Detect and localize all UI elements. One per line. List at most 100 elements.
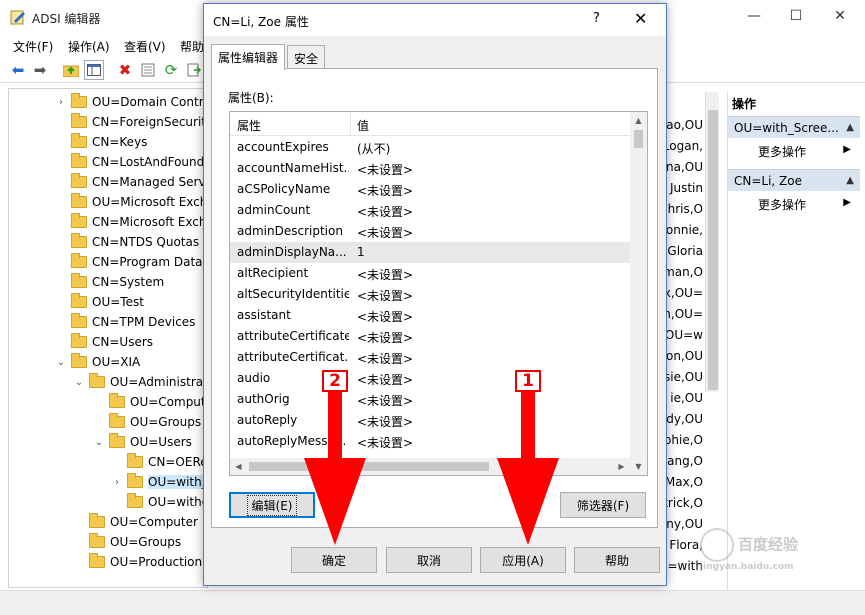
attribute-list[interactable]: 属性 值 accountExpires (从不) accountNameHist..… bbox=[229, 111, 648, 476]
column-separator[interactable] bbox=[350, 112, 351, 136]
attribute-row[interactable]: altSecurityIdentities <未设置> bbox=[230, 284, 630, 305]
menu-file[interactable]: 文件(F) bbox=[13, 38, 53, 55]
up-folder-icon[interactable] bbox=[61, 60, 81, 80]
attribute-row[interactable]: attributeCertificat... <未设置> bbox=[230, 347, 630, 368]
list-item[interactable]: Logan, bbox=[663, 139, 703, 159]
attribute-row[interactable]: audio <未设置> bbox=[230, 368, 630, 389]
list-item[interactable]: Gloria bbox=[667, 244, 703, 264]
collapse-up-icon[interactable]: ▲ bbox=[846, 175, 854, 186]
attribute-row[interactable]: authOrig <未设置> bbox=[230, 389, 630, 410]
list-scrollbar[interactable] bbox=[705, 92, 719, 392]
expand-chevron-icon[interactable]: › bbox=[55, 97, 67, 108]
tree-node[interactable]: OU=Groups bbox=[93, 412, 201, 432]
tree-node[interactable]: CN=TPM Devices bbox=[55, 312, 195, 332]
tree-node[interactable]: CN=ForeignSecurity bbox=[55, 112, 207, 132]
list-item[interactable]: ie,OU bbox=[670, 391, 703, 411]
close-button[interactable]: ✕ bbox=[830, 8, 850, 24]
list-item[interactable]: trick,O bbox=[663, 496, 703, 516]
list-item[interactable]: dy,OU bbox=[666, 412, 703, 432]
attribute-row[interactable]: autoReply <未设置> bbox=[230, 410, 630, 431]
tree-node[interactable]: CN=Program Data bbox=[55, 252, 203, 272]
vertical-scroll-thumb[interactable] bbox=[634, 130, 643, 148]
tree-node[interactable]: ⌄ OU=XIA bbox=[55, 352, 140, 372]
tree-node[interactable]: CN=OERe bbox=[111, 452, 207, 472]
menu-help[interactable]: 帮助 bbox=[180, 38, 204, 55]
maximize-button[interactable]: ☐ bbox=[786, 8, 806, 24]
minimize-button[interactable]: — bbox=[744, 8, 764, 24]
apply-button[interactable]: 应用(A) bbox=[480, 547, 566, 573]
cancel-button[interactable]: 取消 bbox=[386, 547, 472, 573]
collapse-chevron-icon[interactable]: ⌄ bbox=[93, 437, 105, 448]
edit-button[interactable]: 编辑(E) bbox=[229, 492, 315, 518]
tree-node[interactable]: CN=Managed Serv bbox=[55, 172, 206, 192]
attribute-row[interactable]: accountExpires (从不) bbox=[230, 137, 630, 158]
tree-node[interactable]: OU=Computer bbox=[73, 512, 198, 532]
scroll-right-icon[interactable]: ▶ bbox=[613, 458, 630, 475]
refresh-icon[interactable]: ⟳ bbox=[161, 60, 181, 80]
filter-button[interactable]: 筛选器(F) bbox=[560, 492, 646, 518]
tree-node[interactable]: CN=System bbox=[55, 272, 164, 292]
action-section-cn-li-zoe[interactable]: CN=Li, Zoe ▲ bbox=[728, 169, 860, 191]
tree-node[interactable]: OU=Groups bbox=[73, 532, 181, 552]
horizontal-scroll-thumb[interactable] bbox=[249, 462, 489, 471]
dialog-help-button[interactable]: ? bbox=[593, 11, 600, 26]
list-scroll-thumb[interactable] bbox=[708, 110, 718, 390]
tree-node[interactable]: OU=Test bbox=[55, 292, 144, 312]
attribute-row[interactable]: assistant <未设置> bbox=[230, 305, 630, 326]
scroll-down-icon[interactable]: ▼ bbox=[630, 458, 647, 475]
tree-node[interactable]: ⌄ OU=Users bbox=[93, 432, 192, 452]
tree-node[interactable]: OU=Production bbox=[73, 552, 202, 572]
tree-node[interactable]: › OU=with_ bbox=[111, 472, 207, 492]
list-item[interactable]: OU=w bbox=[665, 328, 703, 348]
list-item[interactable]: Max,O bbox=[665, 475, 703, 495]
attribute-row[interactable]: accountNameHist... <未设置> bbox=[230, 158, 630, 179]
forward-icon[interactable]: ➡ bbox=[30, 60, 50, 80]
list-item[interactable]: on,OU bbox=[666, 349, 703, 369]
list-item[interactable]: ny,OU bbox=[666, 517, 703, 537]
expand-chevron-icon[interactable]: › bbox=[111, 477, 123, 488]
back-icon[interactable]: ⬅ bbox=[8, 60, 28, 80]
scroll-left-icon[interactable]: ◀ bbox=[230, 458, 247, 475]
tree-node[interactable]: CN=Keys bbox=[55, 132, 147, 152]
menu-view[interactable]: 查看(V) bbox=[124, 38, 166, 55]
tree-node[interactable]: CN=Users bbox=[55, 332, 153, 352]
tree-node[interactable]: OU=Comput bbox=[93, 392, 206, 412]
list-item[interactable]: Justin bbox=[670, 181, 703, 201]
column-header-attribute[interactable]: 属性 bbox=[237, 117, 261, 134]
attribute-horizontal-scrollbar[interactable]: ◀ ▶ bbox=[230, 458, 630, 475]
more-actions-link[interactable]: 更多操作 bbox=[758, 196, 806, 213]
attribute-row[interactable]: altRecipient <未设置> bbox=[230, 263, 630, 284]
tree-node[interactable]: OU=witho bbox=[111, 492, 207, 512]
list-item[interactable]: Flora, bbox=[669, 538, 703, 558]
properties-panel-icon[interactable] bbox=[84, 60, 104, 80]
help-button[interactable]: 帮助 bbox=[574, 547, 660, 573]
list-item[interactable]: ang,O bbox=[667, 454, 703, 474]
attribute-row[interactable]: adminDescription <未设置> bbox=[230, 221, 630, 242]
delete-icon[interactable]: ✖ bbox=[115, 60, 135, 80]
tree-node[interactable]: CN=LostAndFound bbox=[55, 152, 204, 172]
more-actions-link[interactable]: 更多操作 bbox=[758, 143, 806, 160]
collapse-chevron-icon[interactable]: ⌄ bbox=[55, 357, 67, 368]
dialog-close-button[interactable]: ✕ bbox=[634, 9, 647, 28]
column-header-value[interactable]: 值 bbox=[357, 117, 369, 134]
attribute-row[interactable]: adminDisplayNa... 1 bbox=[230, 242, 630, 263]
tab-attribute-editor[interactable]: 属性编辑器 bbox=[211, 44, 286, 70]
tree-node[interactable]: OU=Microsoft Exch bbox=[55, 192, 207, 212]
attribute-vertical-scrollbar[interactable]: ▲ ▼ bbox=[630, 112, 647, 475]
list-item[interactable]: onnie, bbox=[666, 223, 703, 243]
collapse-chevron-icon[interactable]: ⌄ bbox=[73, 377, 85, 388]
ok-button[interactable]: 确定 bbox=[291, 547, 377, 573]
export-list-icon[interactable] bbox=[184, 60, 204, 80]
tree-node[interactable]: CN=NTDS Quotas bbox=[55, 232, 199, 252]
tab-security[interactable]: 安全 bbox=[287, 45, 326, 69]
tree-node[interactable]: › OU=Domain Contro bbox=[55, 92, 207, 112]
tree-pane[interactable]: › OU=Domain Contro CN=ForeignSecurity CN=Ke… bbox=[8, 88, 208, 588]
attribute-row[interactable]: adminCount <未设置> bbox=[230, 200, 630, 221]
action-section-ou-with-scree[interactable]: OU=with_Scree... ▲ bbox=[728, 116, 860, 138]
attribute-row[interactable]: aCSPolicyName <未设置> bbox=[230, 179, 630, 200]
attribute-row[interactable]: autoReplyMessa... <未设置> bbox=[230, 431, 630, 452]
tree-node[interactable]: CN=Microsoft Exch bbox=[55, 212, 207, 232]
collapse-up-icon[interactable]: ▲ bbox=[846, 122, 854, 133]
menu-action[interactable]: 操作(A) bbox=[68, 38, 110, 55]
tree-node[interactable]: ⌄ OU=Administrat bbox=[73, 372, 207, 392]
